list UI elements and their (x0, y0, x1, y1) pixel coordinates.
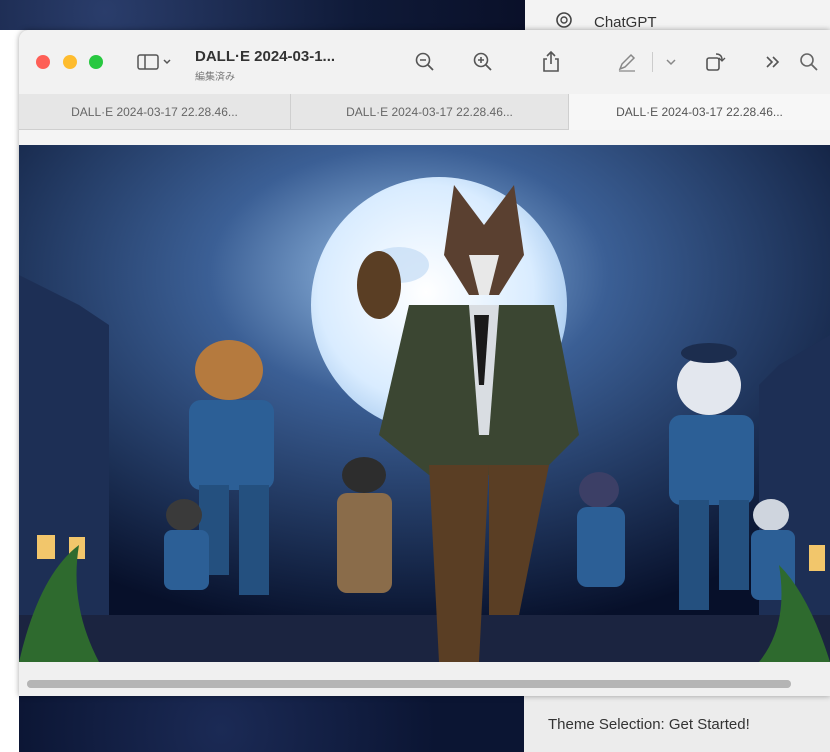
more-icon (766, 56, 780, 68)
desktop-background-bottom (19, 696, 524, 752)
horizontal-scrollbar[interactable] (27, 680, 791, 688)
tab-label: DALL·E 2024-03-17 22.28.46... (71, 105, 238, 119)
tab-bar: DALL·E 2024-03-17 22.28.46... DALL·E 202… (19, 94, 830, 130)
zoom-in-button[interactable] (471, 50, 495, 74)
minimize-button[interactable] (63, 55, 77, 69)
small-officer-center (577, 472, 625, 587)
theme-selection-text: Theme Selection: Get Started! (548, 716, 750, 733)
markup-button[interactable] (615, 50, 639, 74)
toolbar-divider (647, 50, 657, 74)
document-status: 編集済み (195, 72, 235, 83)
markup-menu-button[interactable] (659, 50, 683, 74)
sidebar-icon (137, 54, 171, 70)
sidebar-toggle-button[interactable] (135, 50, 175, 74)
tab-label: DALL·E 2024-03-17 22.28.46... (616, 105, 783, 119)
small-dog-trenchcoat (337, 457, 392, 593)
zoom-out-button[interactable] (413, 50, 437, 74)
rotate-icon (706, 53, 726, 71)
tab-2[interactable]: DALL·E 2024-03-17 22.28.46... (291, 94, 569, 130)
preview-window: DALL·E 2024-03-1... 編集済み DALL·E 2024-03-… (19, 30, 830, 696)
image-canvas[interactable] (19, 145, 830, 662)
share-icon (543, 50, 559, 72)
illustration (19, 145, 830, 662)
zoom-out-icon (415, 52, 434, 71)
tab-1[interactable]: DALL·E 2024-03-17 22.28.46... (19, 94, 291, 130)
zoom-button[interactable] (89, 55, 103, 69)
markup-pen-icon (618, 53, 636, 72)
search-button[interactable] (797, 50, 821, 74)
toolbar: DALL·E 2024-03-1... 編集済み (19, 30, 830, 94)
document-title[interactable]: DALL·E 2024-03-1... (195, 48, 335, 65)
scrollbar-thumb[interactable] (27, 680, 791, 688)
search-icon (800, 53, 818, 71)
desktop-background-top (0, 0, 525, 30)
share-button[interactable] (539, 50, 563, 74)
horizontal-scroll-area (19, 662, 830, 696)
chatgpt-label[interactable]: ChatGPT (594, 14, 657, 31)
chatgpt-icon (556, 12, 572, 28)
zoom-in-icon (473, 52, 492, 71)
chevron-down-icon (666, 59, 676, 66)
rotate-button[interactable] (703, 50, 727, 74)
close-button[interactable] (36, 55, 50, 69)
tab-3-active[interactable]: DALL·E 2024-03-17 22.28.46... (569, 94, 830, 130)
tab-label: DALL·E 2024-03-17 22.28.46... (346, 105, 513, 119)
more-tools-button[interactable] (761, 50, 785, 74)
